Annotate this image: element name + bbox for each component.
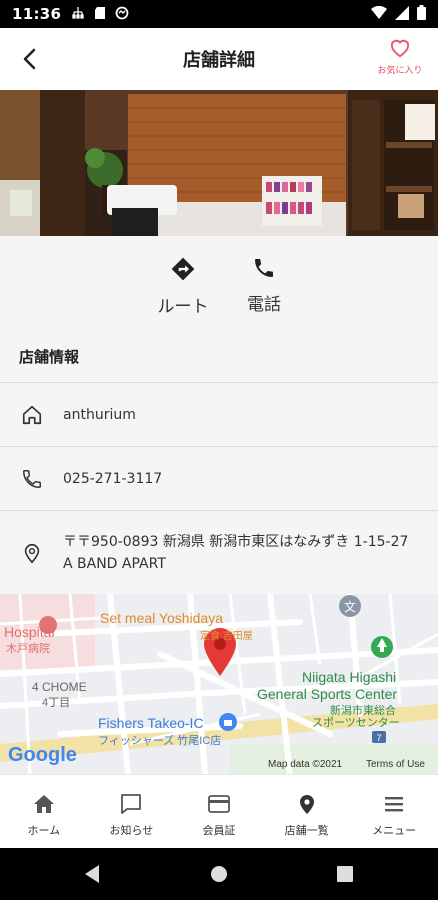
home-icon — [33, 795, 54, 813]
app-header: 店舗詳細 お気に入り — [0, 28, 438, 90]
square-recents-icon — [337, 866, 353, 882]
nav-item-store-list[interactable]: 店舗一覧 — [263, 775, 351, 848]
nav-label-news: お知らせ — [109, 824, 154, 837]
map-label-hospital-jp: 木戸病院 — [6, 643, 50, 655]
store-phone-row[interactable]: 025-271-3117 — [0, 446, 438, 510]
home-outline-icon — [20, 403, 44, 427]
menu-icon — [385, 797, 404, 812]
map-label-hospital: Hospital — [4, 624, 55, 640]
card-icon — [208, 795, 230, 813]
battery-icon — [417, 4, 426, 24]
store-address: 〒〒950-0893 新潟県 新潟市東区はなみずき 1-15-27 A BAND… — [63, 531, 424, 575]
directions-icon — [171, 257, 195, 281]
signal-icon — [395, 5, 409, 24]
map-data-credit: Map data ©2021 — [268, 759, 343, 770]
system-back-button[interactable] — [80, 862, 104, 886]
store-detail-content: ルート 電話 店舗情報 anthurium 025-271-3117 〒〒950… — [0, 236, 438, 594]
map-label-fishers: Fishers Takeo-IC — [98, 715, 204, 731]
system-nav-bar — [0, 848, 438, 900]
store-address-row: 〒〒950-0893 新潟県 新潟市東区はなみずき 1-15-27 A BAND… — [0, 510, 438, 594]
map-label-chome: 4 CHOME — [32, 680, 87, 694]
road-number: 7 — [376, 733, 381, 743]
store-name: anthurium — [63, 406, 136, 423]
nav-item-news[interactable]: お知らせ — [88, 775, 176, 848]
phone-outline-icon — [20, 467, 44, 491]
section-title: 店舗情報 — [19, 348, 80, 366]
nav-item-member-card[interactable]: 会員証 — [175, 775, 263, 848]
nav-item-menu[interactable]: メニュー — [350, 775, 438, 848]
svg-text:文: 文 — [344, 599, 356, 614]
store-map[interactable]: 文 7 Hospital 木戸病院 Set meal Yoshidaya 定食 … — [0, 594, 438, 774]
address-line-1: 〒〒950-0893 新潟県 新潟市東区はなみずき 1-15-27 — [63, 533, 409, 550]
nav-label-member-card: 会員証 — [202, 824, 236, 837]
map-label-sports-2: General Sports Center — [257, 686, 398, 702]
nav-label-menu: メニュー — [372, 824, 417, 837]
route-label: ルート — [157, 297, 209, 317]
map-label-set-meal-jp: 定食 吉田屋 — [200, 631, 253, 642]
system-recents-button[interactable] — [333, 862, 357, 886]
route-button[interactable]: ルート — [148, 256, 218, 317]
action-buttons: ルート 電話 — [0, 236, 438, 330]
phone-label: 電話 — [247, 295, 281, 315]
map-label-fishers-jp: フィッシャーズ 竹尾IC店 — [98, 735, 222, 747]
address-line-2: A BAND APART — [63, 555, 166, 572]
map-label-sports-jp-2: スポーツセンター — [312, 717, 400, 729]
google-logo: Google — [8, 744, 77, 766]
wifi-icon — [371, 5, 387, 24]
page-title: 店舗詳細 — [183, 50, 255, 71]
map-terms-link[interactable]: Terms of Use — [366, 759, 425, 770]
store-phone: 025-271-3117 — [63, 470, 163, 487]
map-label-sports-1: Niigata Higashi — [302, 669, 397, 685]
status-bar: 11:36 — [0, 0, 438, 28]
nav-label-home: ホーム — [27, 824, 61, 837]
store-photo — [0, 90, 438, 236]
location-icon — [299, 795, 314, 814]
sd-card-icon — [94, 5, 106, 24]
bottom-nav: ホーム お知らせ 会員証 店舗一覧 メニュー — [0, 774, 438, 848]
ethernet-icon — [71, 5, 85, 24]
map-label-chome-jp: 4丁目 — [42, 697, 71, 709]
status-left-icons — [71, 5, 129, 24]
heart-icon — [390, 39, 410, 58]
status-right-icons — [371, 4, 426, 24]
favorite-label: お気に入り — [377, 66, 423, 76]
message-icon — [121, 794, 142, 814]
triangle-back-icon — [85, 865, 99, 883]
phone-icon — [255, 259, 273, 277]
sync-icon — [115, 5, 129, 24]
phone-button[interactable]: 電話 — [229, 256, 299, 315]
favorite-button[interactable]: お気に入り — [374, 38, 426, 82]
status-time: 11:36 — [12, 5, 62, 23]
store-name-row: anthurium — [0, 382, 438, 446]
map-label-set-meal: Set meal Yoshidaya — [100, 610, 223, 626]
circle-home-icon — [211, 866, 227, 882]
location-outline-icon — [20, 541, 44, 565]
nav-label-store-list: 店舗一覧 — [284, 824, 329, 837]
system-home-button[interactable] — [207, 862, 231, 886]
nav-item-home[interactable]: ホーム — [0, 775, 88, 848]
